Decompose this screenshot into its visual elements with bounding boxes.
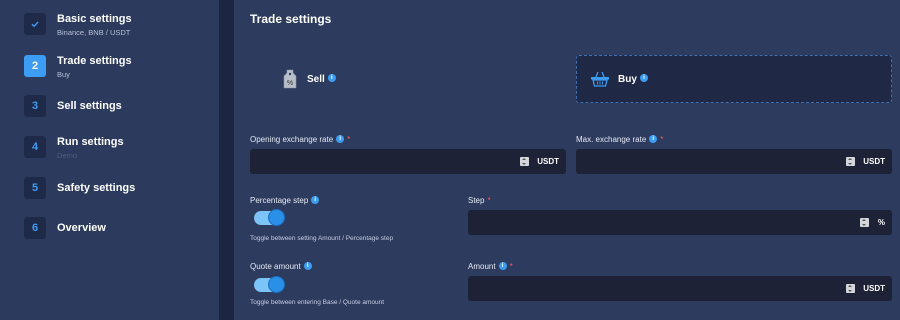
step-title: Run settings [57,136,124,148]
stepper-icon[interactable] [846,284,855,293]
unit-label: USDT [537,157,559,166]
quote-amount-hint: Toggle between entering Base / Quote amo… [250,299,385,306]
step-number: 4 [24,136,46,158]
required-mark: * [509,262,513,271]
step-input[interactable]: % [468,210,892,235]
page-title: Trade settings [250,12,332,26]
label-text: Percentage step [250,196,309,205]
step-subtitle: Demo [57,151,78,160]
step-title: Sell settings [57,100,122,112]
unit-label: USDT [863,157,885,166]
required-mark: * [487,196,491,205]
info-icon[interactable]: i [649,134,658,143]
amount-input[interactable]: USDT [468,276,892,301]
toggle-knob [268,209,285,226]
sell-label: Sell [307,73,325,85]
info-icon[interactable]: i [327,74,336,82]
step-title: Safety settings [57,182,136,194]
step-overview[interactable]: 6 Overview [24,217,106,239]
stepper-icon[interactable] [520,157,529,166]
unit-label: USDT [863,284,885,293]
step-number: 5 [24,177,46,199]
required-mark: * [660,135,664,144]
step-safety-settings[interactable]: 5 Safety settings [24,177,135,199]
step-subtitle: Buy [57,70,70,79]
toggle-knob [268,276,285,293]
stepper-icon[interactable] [846,157,855,166]
percentage-step-label: Percentage step i [250,195,320,205]
info-icon[interactable]: i [498,261,507,270]
panel-divider [219,0,234,320]
info-icon[interactable]: i [336,134,345,143]
buy-label: Buy [618,73,637,85]
opening-rate-label: Opening exchange rate i * [250,134,351,144]
required-mark: * [347,135,351,144]
step-title: Basic settings [57,13,132,25]
max-rate-label: Max. exchange rate i * [576,134,664,144]
info-icon[interactable]: i [311,195,320,204]
step-title: Overview [57,222,106,234]
amount-label: Amount i * [468,261,513,271]
percent-tag-icon: % [281,68,299,90]
label-text: Max. exchange rate [576,135,647,144]
step-run-settings[interactable]: 4 Run settings Demo [24,136,124,160]
step-title: Trade settings [57,55,132,67]
step-number: 6 [24,217,46,239]
step-trade-settings[interactable]: 2 Trade settings Buy [24,55,132,79]
quote-amount-toggle[interactable] [254,276,285,293]
unit-label: % [877,218,885,227]
step-subtitle: Binance, BNB / USDT [57,28,131,37]
percentage-step-hint: Toggle between setting Amount / Percenta… [250,235,394,242]
label-text: Amount [468,262,496,271]
quote-amount-label: Quote amount i [250,261,312,271]
trade-settings-panel: Trade settings % Sell i Buy i Opening ex… [234,0,900,320]
label-text: Step [468,196,485,205]
step-sell-settings[interactable]: 3 Sell settings [24,95,122,117]
max-rate-input[interactable]: USDT [576,149,892,174]
stepper-icon[interactable] [860,218,869,227]
step-label: Step * [468,196,491,205]
opening-rate-input[interactable]: USDT [250,149,566,174]
percentage-step-toggle[interactable] [254,209,285,226]
step-number: 3 [24,95,46,117]
buy-option[interactable]: Buy i [576,55,892,103]
step-basic-settings[interactable]: Basic settings Binance, BNB / USDT [24,13,132,37]
sell-option[interactable]: % Sell i [250,55,549,103]
wizard-sidebar: Basic settings Binance, BNB / USDT 2 Tra… [0,0,219,320]
info-icon[interactable]: i [639,74,648,82]
checkmark-icon [24,13,46,35]
label-text: Opening exchange rate [250,135,334,144]
svg-text:%: % [287,80,293,87]
step-number: 2 [24,55,46,77]
info-icon[interactable]: i [303,261,312,270]
basket-icon [590,71,610,87]
label-text: Quote amount [250,262,301,271]
